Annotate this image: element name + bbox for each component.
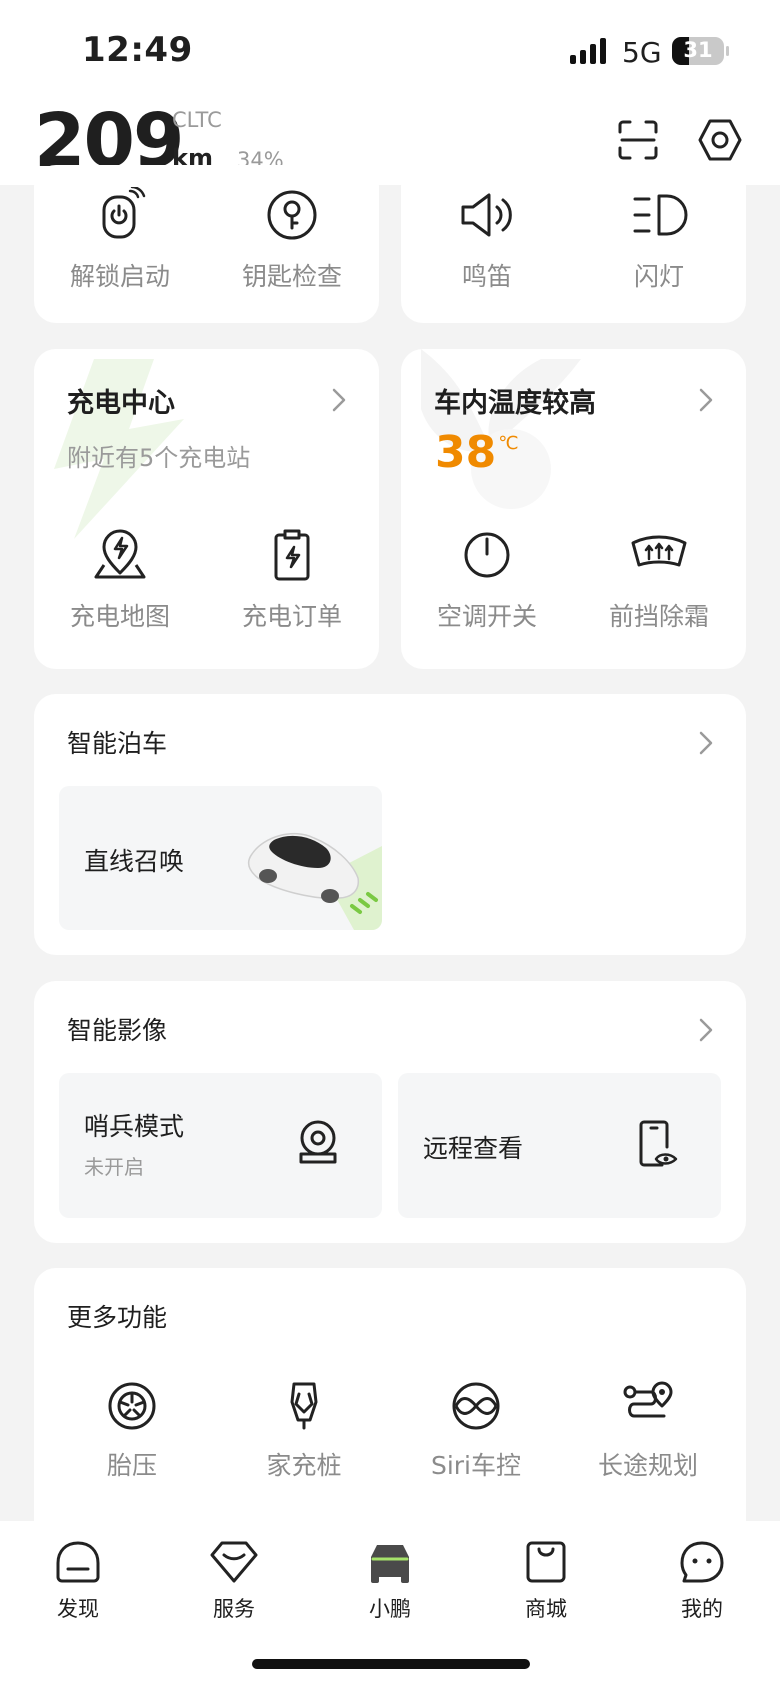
quick-actions-card-right: 鸣笛 闪灯	[401, 165, 746, 323]
tab-mall-label: 商城	[525, 1597, 567, 1621]
car-image	[247, 832, 382, 930]
tab-me[interactable]: 我的	[647, 1539, 757, 1623]
bottom-tab-bar: 发现 服务 小鹏 商城 我的	[0, 1521, 780, 1688]
status-time: 12:49	[82, 30, 193, 70]
charging-center-card[interactable]: 充电中心 附近有5个充电站 充电地图 充电订单	[34, 349, 379, 669]
scan-icon[interactable]	[614, 116, 662, 164]
power-unlock-icon	[102, 187, 146, 239]
charging-order-icon	[274, 529, 310, 581]
flash-lights-button[interactable]: 闪灯	[584, 187, 734, 293]
battery-icon: 31	[672, 37, 724, 65]
unlock-start-label: 解锁启动	[69, 262, 170, 291]
tire-pressure-label: 胎压	[106, 1451, 157, 1480]
home-indicator	[252, 1659, 530, 1669]
horn-icon	[461, 193, 512, 237]
key-icon	[267, 190, 317, 240]
ac-switch-button[interactable]: 空调开关	[412, 527, 562, 633]
sentry-mode-label: 哨兵模式	[84, 1112, 185, 1141]
more-features-card: 更多功能 胎压 家充桩 Siri车控 长途规划	[34, 1268, 746, 1548]
charging-title: 充电中心	[67, 388, 175, 419]
temperature-value: 38	[435, 427, 497, 478]
sentry-mode-status: 未开启	[84, 1155, 144, 1179]
ac-switch-label: 空调开关	[436, 602, 537, 631]
sentry-camera-icon	[299, 1120, 337, 1164]
car-icon	[371, 1545, 409, 1583]
charging-map-button[interactable]: 充电地图	[45, 527, 195, 633]
climate-title: 车内温度较高	[434, 388, 596, 419]
front-defrost-label: 前挡除霜	[608, 602, 709, 631]
tab-mall[interactable]: 商城	[491, 1539, 601, 1623]
chevron-right-icon[interactable]	[696, 1015, 716, 1045]
tab-xpeng[interactable]: 小鹏	[335, 1539, 445, 1623]
status-bar: 12:49 5G 31	[0, 0, 780, 100]
smart-imaging-title: 智能影像	[67, 1016, 168, 1045]
siri-control-button[interactable]: Siri车控	[401, 1380, 551, 1482]
remote-view-label: 远程查看	[423, 1134, 524, 1163]
profile-face-icon	[680, 1541, 724, 1583]
remote-view-icon	[639, 1120, 678, 1167]
tire-pressure-button[interactable]: 胎压	[57, 1380, 207, 1482]
sentry-mode-tile[interactable]: 哨兵模式 未开启	[59, 1073, 382, 1218]
tab-service-label: 服务	[213, 1597, 255, 1621]
front-defrost-icon	[631, 535, 687, 567]
temperature-unit: ℃	[498, 433, 519, 454]
trip-planning-label: 长途规划	[597, 1451, 698, 1480]
charging-map-icon	[94, 529, 146, 579]
home-charger-button[interactable]: 家充桩	[229, 1380, 379, 1482]
flash-lights-label: 闪灯	[633, 262, 684, 291]
discover-icon	[56, 1541, 100, 1583]
settings-icon[interactable]	[696, 116, 744, 164]
tab-discover[interactable]: 发现	[23, 1539, 133, 1623]
siri-icon	[452, 1382, 500, 1430]
quick-actions-card-left: 解锁启动 钥匙检查	[34, 165, 379, 323]
charging-orders-button[interactable]: 充电订单	[217, 527, 367, 633]
headlight-icon	[633, 194, 688, 236]
remote-view-tile[interactable]: 远程查看	[398, 1073, 721, 1218]
service-icon	[210, 1541, 258, 1583]
front-defrost-button[interactable]: 前挡除霜	[584, 527, 734, 633]
cabin-temperature: 38 ℃	[435, 427, 518, 478]
trip-planning-button[interactable]: 长途规划	[573, 1380, 723, 1482]
unlock-start-button[interactable]: 解锁启动	[45, 187, 195, 293]
smart-parking-card: 智能泊车 直线召唤	[34, 694, 746, 955]
signal-strength-icon	[570, 38, 606, 64]
chevron-right-icon[interactable]	[696, 728, 716, 758]
straight-summon-tile[interactable]: 直线召唤	[59, 786, 382, 930]
tab-xpeng-label: 小鹏	[369, 1597, 411, 1621]
tire-icon	[108, 1382, 156, 1430]
horn-button[interactable]: 鸣笛	[412, 187, 562, 293]
charging-orders-label: 充电订单	[241, 602, 342, 631]
tab-me-label: 我的	[681, 1597, 723, 1621]
mall-bag-icon	[526, 1541, 566, 1583]
key-check-label: 钥匙检查	[241, 262, 342, 291]
smart-parking-title: 智能泊车	[67, 729, 168, 758]
straight-summon-label: 直线召唤	[84, 847, 185, 876]
tab-service[interactable]: 服务	[179, 1539, 289, 1623]
tab-discover-label: 发现	[57, 1597, 99, 1621]
network-type: 5G	[622, 36, 662, 69]
smart-imaging-card: 智能影像 哨兵模式 未开启 远程查看	[34, 981, 746, 1243]
charging-subtitle: 附近有5个充电站	[67, 444, 251, 472]
home-charger-label: 家充桩	[266, 1451, 342, 1480]
more-features-title: 更多功能	[67, 1303, 168, 1332]
battery-level: 31	[683, 38, 713, 62]
chevron-right-icon	[699, 388, 713, 412]
home-charger-icon	[290, 1382, 318, 1430]
power-icon	[464, 532, 510, 578]
range-cycle: CLTC	[172, 108, 222, 132]
charging-map-label: 充电地图	[69, 602, 170, 631]
siri-control-label: Siri车控	[430, 1451, 522, 1480]
battery-tip	[726, 46, 729, 56]
climate-card[interactable]: 车内温度较高 38 ℃ 空调开关 前挡除霜	[401, 349, 746, 669]
route-planning-icon	[623, 1381, 673, 1418]
chevron-right-icon	[332, 388, 346, 412]
key-check-button[interactable]: 钥匙检查	[217, 187, 367, 293]
horn-label: 鸣笛	[461, 262, 512, 291]
